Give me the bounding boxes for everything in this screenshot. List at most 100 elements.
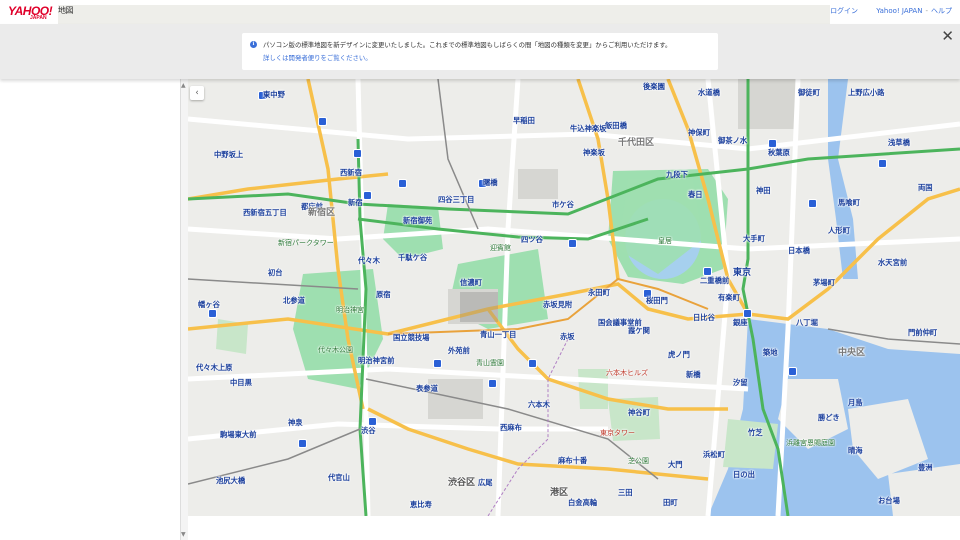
map-label: 築地	[763, 348, 778, 357]
sidebar-scrollbar[interactable]	[180, 79, 188, 540]
station-icon[interactable]	[808, 199, 817, 208]
map-label: 竹芝	[748, 428, 763, 437]
map-label: 外苑前	[448, 346, 470, 355]
yahoo-logo[interactable]: YAHOO! JAPAN 地図	[8, 4, 830, 442]
map-label: 浅草橋	[888, 138, 910, 147]
map-label: 人形町	[828, 226, 850, 235]
scroll-down-icon[interactable]: ▼	[181, 531, 186, 538]
map-label: 御徒町	[798, 88, 820, 97]
map-label: 新橋	[686, 370, 701, 379]
help-link[interactable]: ヘルプ	[931, 7, 952, 15]
map-label: 国会議事堂前	[598, 318, 642, 327]
header: YAHOO! JAPAN 地図 ログイン Yahoo! JAPAN - ヘルプ	[0, 0, 960, 442]
station-icon[interactable]	[353, 149, 362, 158]
map-label: 大門	[668, 460, 683, 469]
map-label: 東中野	[263, 90, 285, 99]
map-label: 勝どき	[818, 413, 840, 422]
map-label: 中央区	[838, 348, 866, 358]
map-label: 中野坂上	[214, 150, 244, 159]
station-icon[interactable]	[298, 439, 307, 448]
map-label: 曙橋	[483, 178, 498, 187]
login-link[interactable]: ログイン	[830, 7, 858, 15]
map-label: 迎賓館	[490, 244, 511, 252]
map-label: 馬喰町	[838, 198, 860, 207]
collapse-sidebar-button[interactable]: ‹	[190, 86, 204, 100]
station-icon[interactable]	[433, 359, 442, 368]
map-label: 晴海	[848, 446, 863, 455]
station-icon[interactable]	[878, 159, 887, 168]
map-label: 豊洲	[918, 463, 933, 472]
map-label: 市ケ谷	[552, 200, 574, 209]
map-label: 東京	[733, 268, 752, 278]
station-icon[interactable]	[788, 367, 797, 376]
map-label: 三田	[618, 488, 633, 497]
map-canvas[interactable]: 東中野 中野坂上 西新宿 新宿 都庁前 西新宿五丁目 新宿パークタワー 初台 幡…	[188, 79, 960, 516]
map-label: 赤坂	[560, 332, 575, 341]
notice-text: パソコン版の標準地図を新デザインに変更いたしました。これまでの標準地図もしばらく…	[263, 41, 672, 49]
station-icon[interactable]	[363, 191, 372, 200]
station-icon[interactable]	[528, 359, 537, 368]
map-label: 東京タワー	[600, 429, 635, 437]
station-icon[interactable]	[368, 417, 377, 426]
map-label: 八丁堀	[796, 318, 818, 327]
map-label: 代官山	[328, 473, 350, 482]
map-label: 早稲田	[513, 116, 535, 125]
map-label: 神田	[756, 186, 771, 195]
map-label: 田町	[663, 498, 678, 507]
map-label: 神谷町	[628, 408, 650, 417]
map-label: 代々木	[358, 256, 380, 265]
map-label: 新宿御苑	[403, 216, 433, 225]
map-label: 西麻布	[500, 423, 522, 432]
map-label: 水天宮前	[878, 258, 908, 267]
map-label: 池尻大橋	[216, 476, 246, 485]
map-label: 上野広小路	[848, 88, 885, 97]
map-label: 日本橋	[788, 246, 810, 255]
map-label: お台場	[878, 496, 900, 505]
map-label: 神保町	[688, 128, 710, 137]
map-label: 明治神宮	[336, 306, 364, 314]
map-label: 浜松町	[703, 450, 725, 459]
map-label: 四ツ谷	[521, 235, 543, 244]
yahoo-japan-link[interactable]: Yahoo! JAPAN	[876, 7, 922, 15]
map-label: 日の出	[733, 470, 755, 479]
map-label: 初台	[268, 268, 283, 277]
map-label: 幡ヶ谷	[198, 300, 220, 309]
map-label: 門前仲町	[908, 328, 938, 337]
map-label: 後楽園	[643, 82, 665, 91]
map-label: 牛込神楽坂	[570, 124, 607, 133]
station-icon[interactable]	[398, 179, 407, 188]
map-label: 銀座	[733, 318, 748, 327]
station-icon[interactable]	[318, 117, 327, 126]
station-icon[interactable]	[768, 139, 777, 148]
map-label: 渋谷区	[448, 478, 476, 488]
link-separator: -	[925, 7, 928, 15]
map-label: 日比谷	[693, 313, 715, 322]
map-label: 新宿	[348, 198, 363, 207]
map-label: 霞ケ関	[628, 326, 650, 335]
map-label: 神楽坂	[583, 148, 605, 157]
station-icon[interactable]	[208, 309, 217, 318]
notice-box: i パソコン版の標準地図を新デザインに変更いたしました。これまでの標準地図もしば…	[242, 33, 718, 70]
map-label: 代々木上原	[196, 363, 233, 372]
notice-banner: i パソコン版の標準地図を新デザインに変更いたしました。これまでの標準地図もしば…	[0, 24, 960, 79]
map-label: 月島	[848, 398, 863, 407]
close-icon[interactable]: ✕	[941, 28, 954, 44]
map-label: 原宿	[376, 290, 391, 299]
station-icon[interactable]	[568, 239, 577, 248]
station-icon[interactable]	[703, 267, 712, 276]
map-label: 国立競技場	[393, 333, 430, 342]
station-icon[interactable]	[743, 309, 752, 318]
map-label: 中目黒	[230, 378, 252, 387]
map-label: 西新宿	[340, 168, 362, 177]
map-label: 西新宿五丁目	[243, 208, 287, 217]
map-label: 両国	[918, 183, 933, 192]
map-label: 九段下	[666, 170, 688, 179]
map-label: 秋葉原	[768, 148, 790, 157]
map-label: 明治神宮前	[358, 356, 395, 365]
scroll-up-icon[interactable]: ▲	[181, 82, 186, 89]
map-label: 飯田橋	[605, 121, 627, 130]
station-icon[interactable]	[488, 379, 497, 388]
developer-blog-link[interactable]: 詳しくは開発者便りをご覧ください。	[263, 53, 372, 62]
map-label: 四谷三丁目	[438, 195, 475, 204]
map-label: 有楽町	[718, 293, 740, 302]
